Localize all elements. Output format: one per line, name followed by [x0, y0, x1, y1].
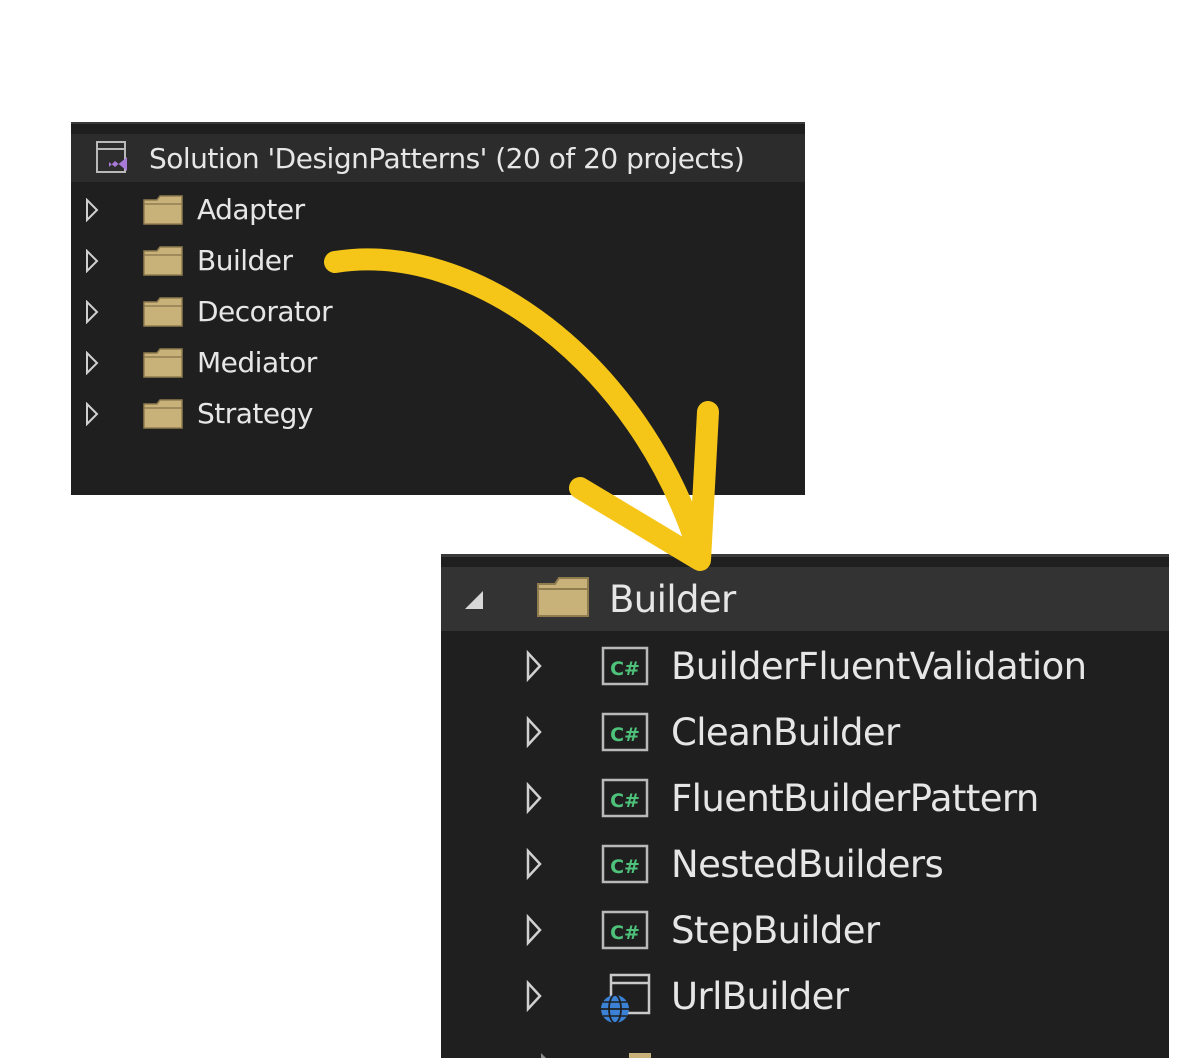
annotation-arrow [324, 248, 719, 571]
arrow-shaft [324, 248, 711, 566]
